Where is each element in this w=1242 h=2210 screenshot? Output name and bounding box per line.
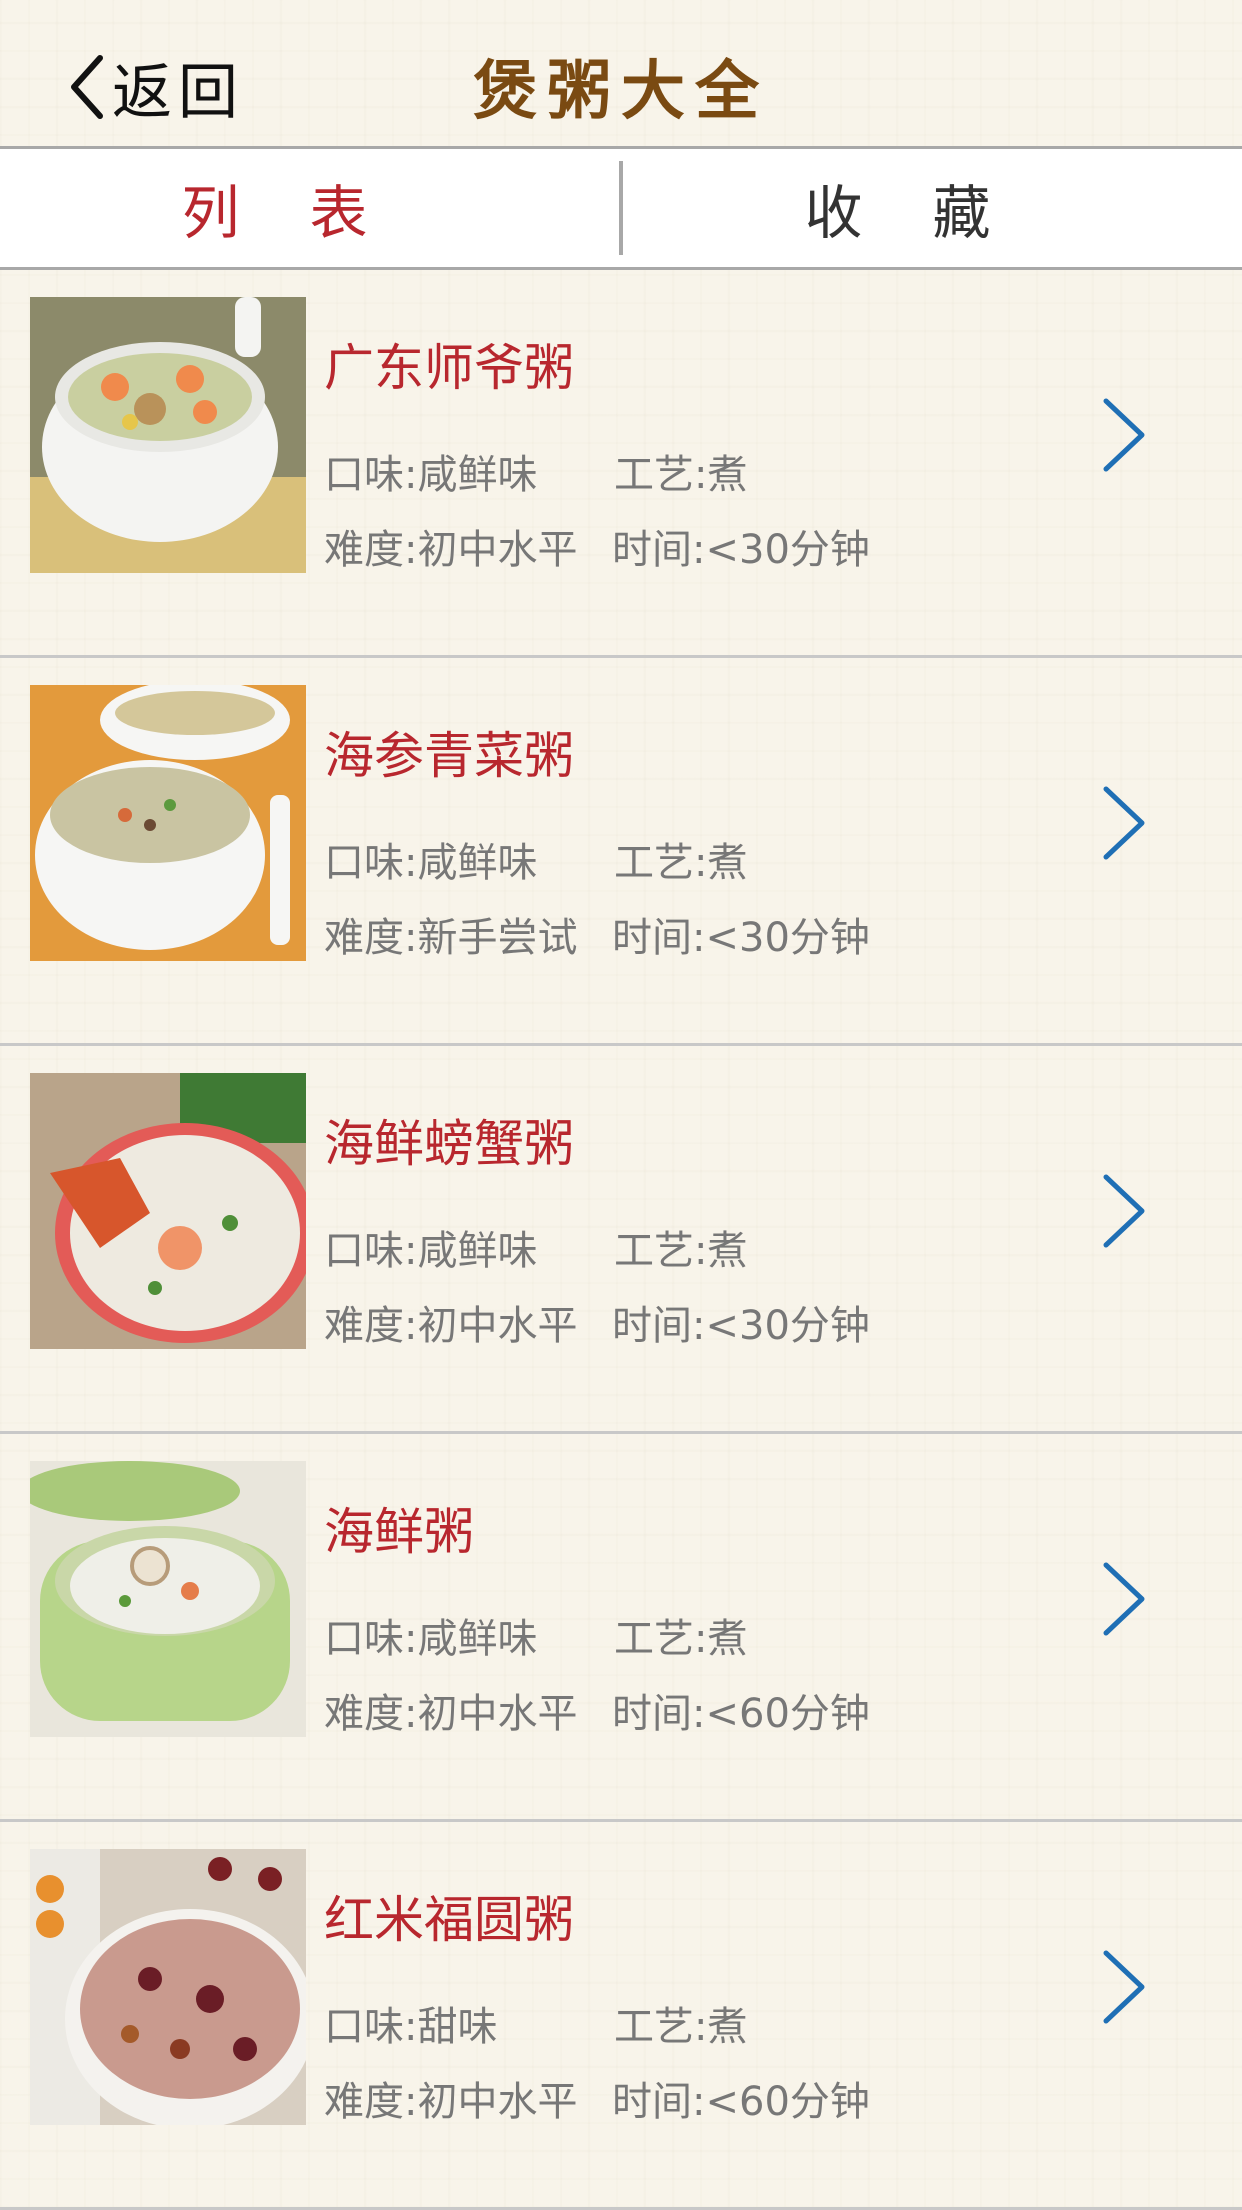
recipe-row[interactable]: 海参青菜粥 口味:咸鲜味 工艺:煮 难度:新手尝试 时间:<30分钟 xyxy=(0,658,1242,1046)
recipe-name: 红米福圆粥 xyxy=(324,1891,574,1949)
recipe-thumbnail xyxy=(30,1461,306,1737)
navigation-bar: 返回 煲粥大全 xyxy=(0,0,1242,149)
recipe-name: 海鲜螃蟹粥 xyxy=(324,1115,574,1173)
recipe-name: 广东师爷粥 xyxy=(324,339,574,397)
recipe-difficulty: 难度:新手尝试 xyxy=(324,915,578,961)
recipe-method: 工艺:煮 xyxy=(614,840,748,886)
recipe-method: 工艺:煮 xyxy=(614,452,748,498)
recipe-taste: 口味:咸鲜味 xyxy=(324,1228,538,1274)
recipe-name: 海参青菜粥 xyxy=(324,727,574,785)
page-title: 煲粥大全 xyxy=(473,54,769,129)
recipe-difficulty: 难度:初中水平 xyxy=(324,1691,578,1737)
recipe-time: 时间:<30分钟 xyxy=(612,915,870,961)
recipe-thumbnail xyxy=(30,297,306,573)
chevron-right-icon xyxy=(1103,786,1145,860)
segmented-tabs: 列表 收藏 xyxy=(0,149,1242,270)
recipe-time: 时间:<30分钟 xyxy=(612,527,870,573)
chevron-right-icon xyxy=(1103,1174,1145,1248)
recipe-row[interactable]: 红米福圆粥 口味:甜味 工艺:煮 难度:初中水平 时间:<60分钟 xyxy=(0,1822,1242,2210)
recipe-row[interactable]: 海鲜螃蟹粥 口味:咸鲜味 工艺:煮 难度:初中水平 时间:<30分钟 xyxy=(0,1046,1242,1434)
recipe-time: 时间:<30分钟 xyxy=(612,1303,870,1349)
recipe-difficulty: 难度:初中水平 xyxy=(324,2079,578,2125)
recipe-row[interactable]: 海鲜粥 口味:咸鲜味 工艺:煮 难度:初中水平 时间:<60分钟 xyxy=(0,1434,1242,1822)
recipe-thumbnail xyxy=(30,1849,306,2125)
recipe-taste: 口味:甜味 xyxy=(324,2004,498,2050)
recipe-difficulty: 难度:初中水平 xyxy=(324,1303,578,1349)
recipe-method: 工艺:煮 xyxy=(614,2004,748,2050)
recipe-list: 广东师爷粥 口味:咸鲜味 工艺:煮 难度:初中水平 时间:<30分钟 海参青菜粥… xyxy=(0,270,1242,2210)
recipe-taste: 口味:咸鲜味 xyxy=(324,1616,538,1662)
recipe-taste: 口味:咸鲜味 xyxy=(324,452,538,498)
recipe-taste: 口味:咸鲜味 xyxy=(324,840,538,886)
recipe-method: 工艺:煮 xyxy=(614,1616,748,1662)
recipe-difficulty: 难度:初中水平 xyxy=(324,527,578,573)
tab-favorites[interactable]: 收藏 xyxy=(623,149,1242,267)
recipe-time: 时间:<60分钟 xyxy=(612,2079,870,2125)
chevron-right-icon xyxy=(1103,1950,1145,2024)
recipe-row[interactable]: 广东师爷粥 口味:咸鲜味 工艺:煮 难度:初中水平 时间:<30分钟 xyxy=(0,270,1242,658)
tab-list[interactable]: 列表 xyxy=(0,149,619,267)
chevron-right-icon xyxy=(1103,398,1145,472)
recipe-method: 工艺:煮 xyxy=(614,1228,748,1274)
recipe-thumbnail xyxy=(30,1073,306,1349)
recipe-name: 海鲜粥 xyxy=(324,1503,474,1561)
chevron-right-icon xyxy=(1103,1562,1145,1636)
recipe-time: 时间:<60分钟 xyxy=(612,1691,870,1737)
recipe-thumbnail xyxy=(30,685,306,961)
